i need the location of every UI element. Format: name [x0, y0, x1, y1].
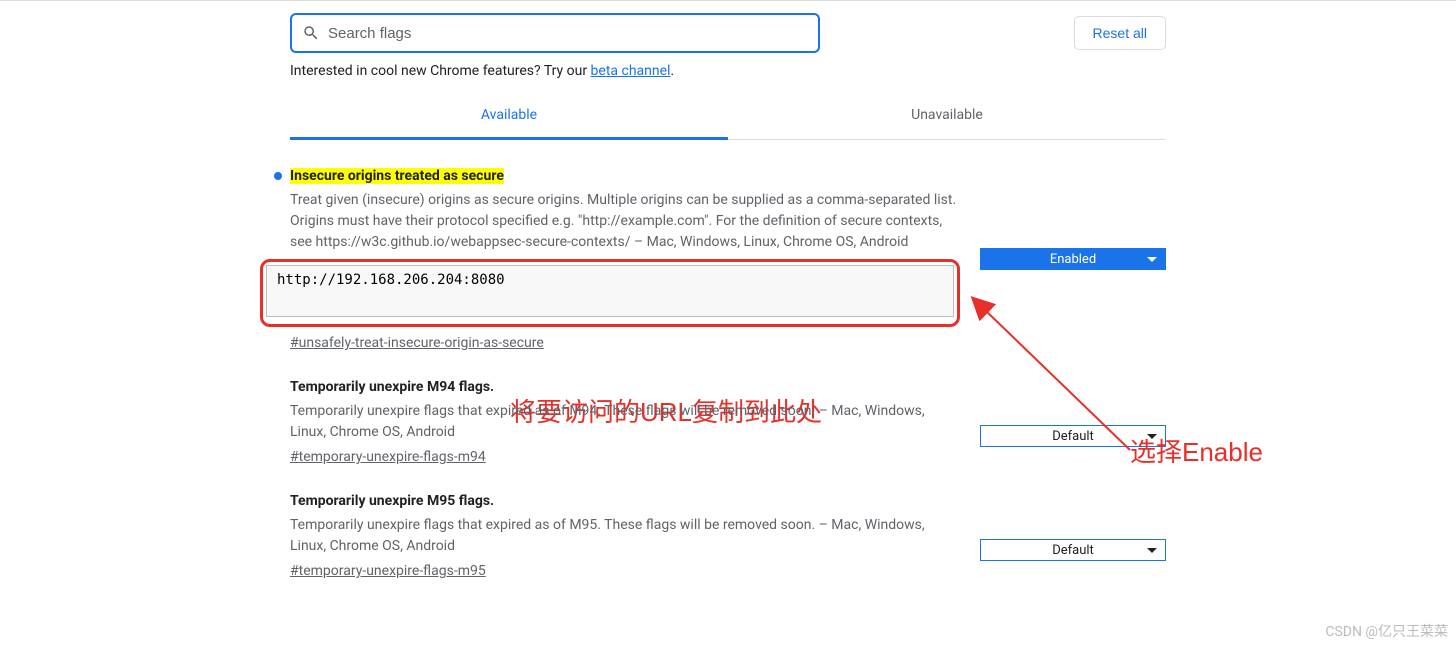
search-input[interactable] [328, 25, 808, 42]
flag-anchor-link[interactable]: #temporary-unexpire-flags-m95 [290, 563, 486, 579]
tabs: Available Unavailable [290, 93, 1166, 140]
watermark: CSDN @亿只王菜菜 [1325, 621, 1448, 641]
flag-anchor-link[interactable]: #unsafely-treat-insecure-origin-as-secur… [290, 335, 544, 351]
flag-description: Temporarily unexpire flags that expired … [290, 515, 960, 557]
promo-after: . [670, 63, 674, 79]
promo-text: Interested in cool new Chrome features? … [290, 63, 1166, 79]
modified-dot-icon [274, 172, 282, 180]
flag-description: Treat given (insecure) origins as secure… [290, 190, 960, 253]
origin-textarea[interactable] [266, 265, 954, 317]
flag-title: Temporarily unexpire M95 flags. [290, 493, 494, 509]
flag-insecure-origins: Insecure origins treated as secure Treat… [290, 168, 1166, 351]
flag-description: Temporarily unexpire flags that expired … [290, 401, 960, 443]
tab-available[interactable]: Available [290, 93, 728, 140]
flag-dropdown-default[interactable]: Default [980, 539, 1166, 561]
dropdown-value: Default [1052, 543, 1094, 558]
search-box[interactable] [290, 13, 820, 53]
flag-title: Temporarily unexpire M94 flags. [290, 379, 494, 395]
flag-m94: Temporarily unexpire M94 flags. Temporar… [290, 379, 1166, 465]
origin-input-highlight [260, 259, 960, 327]
flag-dropdown-enabled[interactable]: Enabled [980, 248, 1166, 270]
promo-before: Interested in cool new Chrome features? … [290, 63, 591, 79]
flag-m95: Temporarily unexpire M95 flags. Temporar… [290, 493, 1166, 579]
flag-title: Insecure origins treated as secure [290, 168, 504, 184]
tab-unavailable[interactable]: Unavailable [728, 93, 1166, 139]
reset-all-button[interactable]: Reset all [1074, 16, 1166, 50]
flag-anchor-link[interactable]: #temporary-unexpire-flags-m94 [290, 449, 486, 465]
dropdown-value: Enabled [1050, 252, 1096, 267]
flag-dropdown-default[interactable]: Default [980, 425, 1166, 447]
beta-channel-link[interactable]: beta channel [591, 63, 671, 79]
flags-page: Reset all Interested in cool new Chrome … [290, 1, 1166, 579]
dropdown-value: Default [1052, 429, 1094, 444]
search-icon [302, 24, 320, 42]
top-row: Reset all [290, 13, 1166, 53]
